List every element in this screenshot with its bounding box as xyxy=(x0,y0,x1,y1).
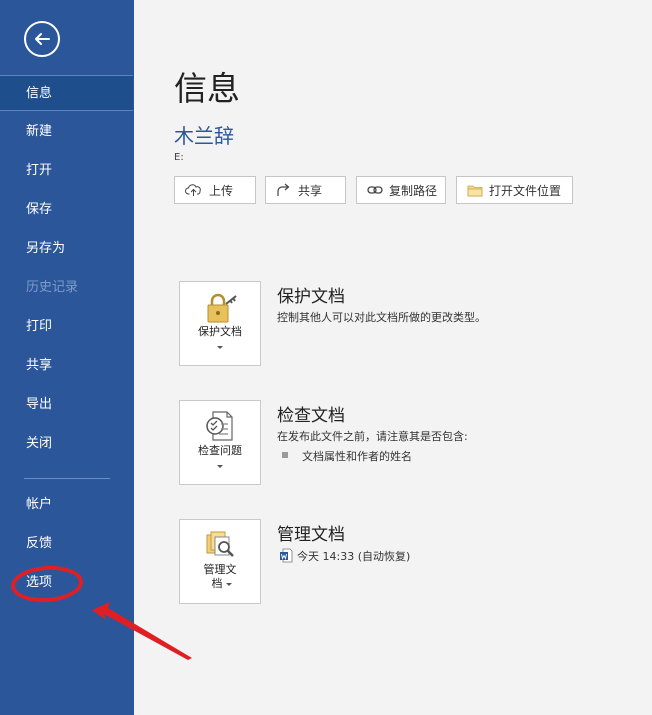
bullet-icon xyxy=(282,452,288,458)
share-label: 共享 xyxy=(298,183,323,198)
inspect-bullet-item: 文档属性和作者的姓名 xyxy=(302,450,412,463)
upload-cloud-icon xyxy=(185,184,201,196)
sidebar-item-new[interactable]: 新建 xyxy=(0,114,134,150)
manage-document-label-line1: 管理文 xyxy=(203,563,237,576)
word-document-icon xyxy=(280,548,293,563)
sidebar-item-label: 保存 xyxy=(26,202,53,217)
sidebar-item-info[interactable]: 信息 xyxy=(0,75,133,111)
share-icon xyxy=(277,183,290,196)
inspect-section-title: 检查文档 xyxy=(277,406,345,426)
sidebar-item-save[interactable]: 保存 xyxy=(0,192,134,228)
version-entry[interactable]: 今天 14:33 (自动恢复) xyxy=(297,548,410,564)
sidebar-item-save-as[interactable]: 另存为 xyxy=(0,231,134,267)
chevron-down-icon xyxy=(217,465,223,468)
protect-section-title: 保护文档 xyxy=(277,287,345,307)
sidebar-item-label: 帐户 xyxy=(26,497,53,512)
sidebar-item-close[interactable]: 关闭 xyxy=(0,426,134,462)
sidebar-item-export[interactable]: 导出 xyxy=(0,387,134,423)
sidebar-item-account[interactable]: 帐户 xyxy=(0,487,134,523)
check-for-issues-label: 检查问题 xyxy=(198,444,242,457)
open-file-location-label: 打开文件位置 xyxy=(489,183,562,198)
sidebar-item-label: 共享 xyxy=(26,358,53,373)
folder-icon xyxy=(467,185,483,197)
open-file-location-button[interactable]: 打开文件位置 xyxy=(456,176,573,204)
sidebar-item-label: 导出 xyxy=(26,397,53,412)
document-name: 木兰辞 xyxy=(174,124,234,148)
sidebar-item-share[interactable]: 共享 xyxy=(0,348,134,384)
page-title: 信息 xyxy=(174,69,240,108)
copy-path-label: 复制路径 xyxy=(389,183,438,198)
protect-document-button[interactable]: 保护文档 xyxy=(179,281,261,366)
sidebar-item-label: 反馈 xyxy=(26,536,53,551)
sidebar-divider xyxy=(24,478,110,479)
sidebar-item-label: 打开 xyxy=(26,163,53,178)
manage-document-label-line2: 档 xyxy=(211,577,223,590)
upload-label: 上传 xyxy=(209,183,234,198)
protect-document-label: 保护文档 xyxy=(198,325,242,338)
sidebar-item-feedback[interactable]: 反馈 xyxy=(0,526,134,562)
sidebar-item-label: 新建 xyxy=(26,124,53,139)
inspect-section-description: 在发布此文件之前，请注意其是否包含: xyxy=(277,430,468,443)
manage-document-icon xyxy=(206,531,234,557)
link-icon xyxy=(367,186,383,194)
sidebar-item-label: 关闭 xyxy=(26,436,53,451)
check-for-issues-button[interactable]: 检查问题 xyxy=(179,400,261,485)
sidebar-item-label: 另存为 xyxy=(26,241,66,256)
sidebar-item-open[interactable]: 打开 xyxy=(0,153,134,189)
info-pane: 信息 木兰辞 E: 上传 共享 复制路径 打开文件位置 保护文档 保护文档 控制… xyxy=(134,0,652,715)
back-arrow-icon xyxy=(35,33,50,45)
copy-path-button[interactable]: 复制路径 xyxy=(356,176,446,204)
protect-section-description: 控制其他人可以对此文档所做的更改类型。 xyxy=(277,311,486,324)
sidebar-item-label: 信息 xyxy=(26,86,53,101)
sidebar-item-label: 历史记录 xyxy=(26,280,79,295)
share-button[interactable]: 共享 xyxy=(265,176,346,204)
upload-button[interactable]: 上传 xyxy=(174,176,256,204)
document-path: E: xyxy=(174,152,184,163)
sidebar-item-print[interactable]: 打印 xyxy=(0,309,134,345)
chevron-down-icon xyxy=(217,346,223,349)
manage-section-title: 管理文档 xyxy=(277,525,345,545)
inspect-document-icon xyxy=(206,411,233,441)
manage-document-button[interactable]: 管理文 档 xyxy=(179,519,261,604)
lock-icon xyxy=(207,293,237,323)
chevron-down-icon xyxy=(226,583,232,586)
back-button[interactable] xyxy=(24,21,60,57)
sidebar-item-label: 打印 xyxy=(26,319,53,334)
sidebar-item-history: 历史记录 xyxy=(0,270,134,306)
